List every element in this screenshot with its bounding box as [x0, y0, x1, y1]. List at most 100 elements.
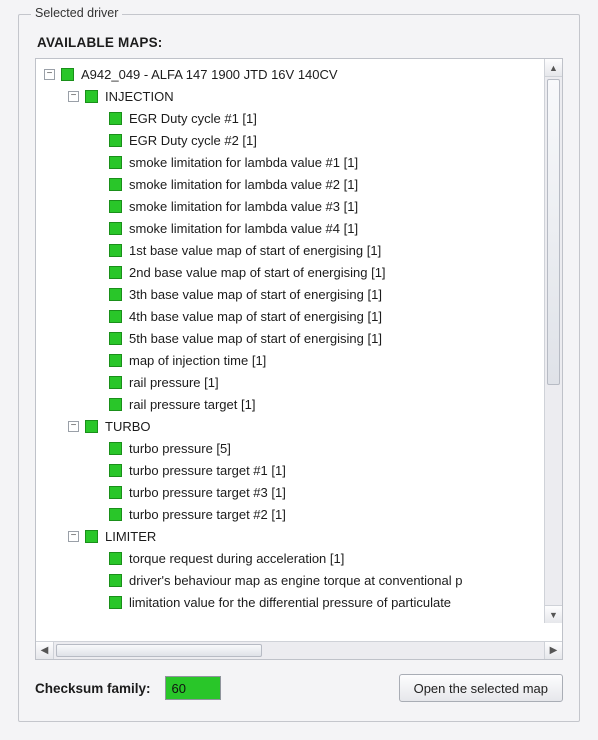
tree-node-label: torque request during acceleration [1]	[129, 551, 344, 566]
tree-leaf[interactable]: map of injection time [1]	[38, 349, 560, 371]
tree-node-label: 1st base value map of start of energisin…	[129, 243, 381, 258]
map-icon	[61, 68, 74, 81]
map-icon	[109, 178, 122, 191]
tree-leaf[interactable]: 2nd base value map of start of energisin…	[38, 261, 560, 283]
vscroll-thumb[interactable]	[547, 79, 560, 385]
map-icon	[109, 354, 122, 367]
tree-node-label: 3th base value map of start of energisin…	[129, 287, 382, 302]
tree-node-label: smoke limitation for lambda value #4 [1]	[129, 221, 358, 236]
tree-branch[interactable]: − INJECTION	[38, 85, 560, 107]
tree-node-label: turbo pressure target #3 [1]	[129, 485, 286, 500]
tree-node-label: rail pressure target [1]	[129, 397, 255, 412]
toggle-placeholder	[92, 333, 103, 344]
tree-leaf[interactable]: smoke limitation for lambda value #4 [1]	[38, 217, 560, 239]
checksum-label: Checksum family:	[35, 681, 151, 696]
toggle-placeholder	[92, 399, 103, 410]
tree-node-label: smoke limitation for lambda value #1 [1]	[129, 155, 358, 170]
scroll-left-button[interactable]: ◀	[36, 642, 54, 659]
toggle-placeholder	[92, 465, 103, 476]
tree-leaf[interactable]: rail pressure [1]	[38, 371, 560, 393]
map-icon	[109, 310, 122, 323]
map-icon	[109, 112, 122, 125]
tree-node-label: turbo pressure target #2 [1]	[129, 507, 286, 522]
tree-node-label: 4th base value map of start of energisin…	[129, 309, 382, 324]
map-icon	[109, 332, 122, 345]
tree-leaf[interactable]: torque request during acceleration [1]	[38, 547, 560, 569]
collapse-toggle[interactable]: −	[68, 421, 79, 432]
maps-tree[interactable]: −A942_049 - ALFA 147 1900 JTD 16V 140CV−…	[35, 58, 563, 660]
tree-branch[interactable]: −A942_049 - ALFA 147 1900 JTD 16V 140CV	[38, 63, 560, 85]
map-icon	[109, 266, 122, 279]
tree-node-label: EGR Duty cycle #1 [1]	[129, 111, 257, 126]
map-icon	[85, 530, 98, 543]
tree-leaf[interactable]: EGR Duty cycle #1 [1]	[38, 107, 560, 129]
hscroll-track[interactable]	[54, 642, 544, 659]
tree-node-label: turbo pressure [5]	[129, 441, 231, 456]
toggle-placeholder	[92, 289, 103, 300]
tree-leaf[interactable]: 4th base value map of start of energisin…	[38, 305, 560, 327]
tree-branch[interactable]: − LIMITER	[38, 525, 560, 547]
tree-leaf[interactable]: 3th base value map of start of energisin…	[38, 283, 560, 305]
map-icon	[85, 90, 98, 103]
scroll-up-button[interactable]: ▲	[545, 59, 562, 77]
toggle-placeholder	[92, 443, 103, 454]
tree-leaf[interactable]: limitation value for the differential pr…	[38, 591, 560, 613]
map-icon	[109, 244, 122, 257]
tree-node-label: LIMITER	[105, 529, 156, 544]
tree-leaf[interactable]: EGR Duty cycle #2 [1]	[38, 129, 560, 151]
tree-node-label: smoke limitation for lambda value #3 [1]	[129, 199, 358, 214]
map-icon	[109, 156, 122, 169]
tree-leaf[interactable]: driver's behaviour map as engine torque …	[38, 569, 560, 591]
scroll-down-button[interactable]: ▼	[545, 605, 562, 623]
toggle-placeholder	[92, 245, 103, 256]
tree-leaf[interactable]: smoke limitation for lambda value #2 [1]	[38, 173, 560, 195]
toggle-placeholder	[92, 509, 103, 520]
map-icon	[109, 222, 122, 235]
toggle-placeholder	[92, 179, 103, 190]
map-icon	[109, 442, 122, 455]
selected-driver-group: Selected driver AVAILABLE MAPS: −A942_04…	[18, 14, 580, 722]
tree-node-label: driver's behaviour map as engine torque …	[129, 573, 462, 588]
collapse-toggle[interactable]: −	[44, 69, 55, 80]
tree-leaf[interactable]: turbo pressure target #3 [1]	[38, 481, 560, 503]
tree-node-label: rail pressure [1]	[129, 375, 219, 390]
toggle-placeholder	[92, 311, 103, 322]
map-icon	[109, 134, 122, 147]
tree-node-label: 5th base value map of start of energisin…	[129, 331, 382, 346]
tree-horizontal-scrollbar[interactable]: ◀ ▶	[36, 641, 562, 659]
tree-leaf[interactable]: smoke limitation for lambda value #3 [1]	[38, 195, 560, 217]
collapse-toggle[interactable]: −	[68, 531, 79, 542]
tree-leaf[interactable]: turbo pressure target #1 [1]	[38, 459, 560, 481]
tree-node-label: INJECTION	[105, 89, 174, 104]
tree-leaf[interactable]: smoke limitation for lambda value #1 [1]	[38, 151, 560, 173]
map-icon	[109, 200, 122, 213]
toggle-placeholder	[92, 553, 103, 564]
toggle-placeholder	[92, 487, 103, 498]
tree-leaf[interactable]: turbo pressure target #2 [1]	[38, 503, 560, 525]
tree-node-label: limitation value for the differential pr…	[129, 595, 451, 610]
toggle-placeholder	[92, 575, 103, 586]
tree-leaf[interactable]: 1st base value map of start of energisin…	[38, 239, 560, 261]
open-selected-map-button[interactable]: Open the selected map	[399, 674, 563, 702]
tree-vertical-scrollbar[interactable]: ▲ ▼	[544, 59, 562, 623]
tree-leaf[interactable]: rail pressure target [1]	[38, 393, 560, 415]
tree-node-label: EGR Duty cycle #2 [1]	[129, 133, 257, 148]
map-icon	[109, 376, 122, 389]
toggle-placeholder	[92, 377, 103, 388]
vscroll-track[interactable]	[545, 77, 562, 605]
tree-leaf[interactable]: 5th base value map of start of energisin…	[38, 327, 560, 349]
tree-node-label: TURBO	[105, 419, 151, 434]
tree-node-label: 2nd base value map of start of energisin…	[129, 265, 386, 280]
map-icon	[109, 288, 122, 301]
hscroll-thumb[interactable]	[56, 644, 262, 657]
group-legend: Selected driver	[31, 6, 122, 20]
tree-branch[interactable]: − TURBO	[38, 415, 560, 437]
tree-leaf[interactable]: turbo pressure [5]	[38, 437, 560, 459]
checksum-value-field[interactable]	[165, 676, 221, 700]
scroll-right-button[interactable]: ▶	[544, 642, 562, 659]
toggle-placeholder	[92, 113, 103, 124]
collapse-toggle[interactable]: −	[68, 91, 79, 102]
toggle-placeholder	[92, 597, 103, 608]
toggle-placeholder	[92, 355, 103, 366]
map-icon	[109, 552, 122, 565]
